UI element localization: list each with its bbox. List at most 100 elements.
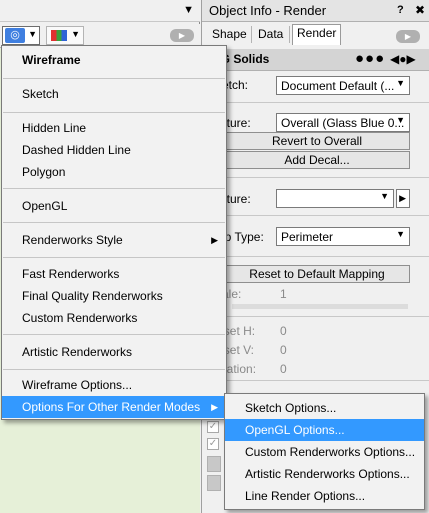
tab-separator [251,26,252,43]
close-icon[interactable]: ✖ [415,3,425,17]
color-palette-button[interactable]: ▼ [46,26,84,45]
menu-item-sketch[interactable]: Sketch [2,83,226,105]
option-checkbox[interactable]: ✓ [207,421,219,433]
offset-h-value: 0 [280,324,287,338]
menu-item-label: Wireframe Options... [22,378,133,392]
object-type-header: CSG Solids ●●● ◀●▶ [202,49,429,71]
menu-item-final-quality-renderworks[interactable]: Final Quality Renderworks [2,285,226,307]
submenu-item-opengl-options[interactable]: OpenGL Options... [225,419,424,441]
menu-item-label: Sketch [22,87,59,101]
menu-item-label: Artistic Renderworks Options... [245,467,410,481]
menu-separator [3,222,225,223]
menu-item-label: Dashed Hidden Line [22,143,131,157]
tab-separator [289,26,290,43]
map-type-value: Perimeter [281,230,334,244]
submenu-item-artistic-renderworks-options[interactable]: Artistic Renderworks Options... [225,463,424,485]
menu-item-wireframe[interactable]: Wireframe [2,49,226,71]
menu-item-label: Custom Renderworks [22,311,138,325]
submenu-item-line-render-options[interactable]: Line Render Options... [225,485,424,507]
menu-item-label: Options For Other Render Modes [22,400,201,414]
menu-separator [3,112,225,113]
help-icon[interactable]: ? [397,4,404,16]
tab-data[interactable]: Data [254,26,287,42]
submenu-arrow-icon: ▶ [211,402,218,412]
palette-title-bar: Object Info - Render ? ✖ [202,0,429,22]
chevron-down-icon: ▼ [28,29,37,39]
menu-separator [3,257,225,258]
menu-item-label: OpenGL [22,199,68,213]
section-divider [202,102,429,103]
menu-item-dashed-hidden-line[interactable]: Dashed Hidden Line [2,139,226,161]
menu-item-fast-renderworks[interactable]: Fast Renderworks [2,263,226,285]
menu-item-options-other-render-modes[interactable]: Options For Other Render Modes ▶ [2,396,226,418]
palette-tabs: Shape Data Render ▶ [202,22,429,46]
menu-item-wireframe-options[interactable]: Wireframe Options... [2,374,226,396]
menu-separator [3,334,225,335]
overall-texture-dropdown[interactable]: Overall (Glass Blue 0... ▼ [276,113,410,132]
chevron-down-icon: ▼ [396,229,405,239]
menu-item-polygon[interactable]: Polygon [2,161,226,183]
sketch-value: Document Default (... [281,79,395,93]
section-divider [202,380,429,381]
chevron-down-icon: ▼ [71,29,80,39]
menu-item-label: Line Render Options... [245,489,366,503]
menu-item-label: Fast Renderworks [22,267,120,281]
toolbar-more-button[interactable]: ▶ [170,29,194,42]
reset-default-mapping-button[interactable]: Reset to Default Mapping [224,265,410,283]
revert-to-overall-button[interactable]: Revert to Overall [224,132,410,150]
offset-v-value: 0 [280,343,287,357]
menu-item-label: Renderworks Style [22,233,123,247]
section-divider [202,215,429,216]
color-palette-icon [51,30,67,41]
render-options-submenu: Sketch Options... OpenGL Options... Cust… [224,393,425,510]
chevron-down-icon: ▼ [396,78,405,88]
sketch-dropdown[interactable]: Document Default (... ▼ [276,76,410,95]
palette-more-button[interactable]: ▶ [396,30,420,43]
scale-value: 1 [280,287,287,301]
menu-item-label: Custom Renderworks Options... [245,445,416,459]
menu-separator [3,188,225,189]
menu-item-label: Hidden Line [22,121,87,135]
menu-item-custom-renderworks[interactable]: Custom Renderworks [2,307,226,329]
menu-item-label: Artistic Renderworks [22,345,133,359]
section-divider [202,177,429,178]
add-decal-button[interactable]: Add Decal... [224,151,410,169]
render-mode-menu: Wireframe Sketch Hidden Line Dashed Hidd… [1,45,227,420]
submenu-arrow-icon: ▶ [211,235,218,245]
menu-item-label: Final Quality Renderworks [22,289,163,303]
palette-title: Object Info - Render [209,3,327,18]
menu-item-opengl[interactable]: OpenGL [2,195,226,217]
menu-separator [3,78,225,79]
tab-render[interactable]: Render [292,24,342,45]
render-mode-button[interactable]: ◎ ▼ [2,26,40,45]
section-divider [202,256,429,257]
texture-edit-button[interactable]: ▶ [396,189,410,208]
map-type-dropdown[interactable]: Perimeter ▼ [276,227,410,246]
overall-texture-value: Overall (Glass Blue 0... [281,116,405,130]
menu-separator [3,369,225,370]
tab-shape[interactable]: Shape [208,26,251,42]
texture-dropdown[interactable]: ▼ [276,189,394,208]
menu-item-label: OpenGL Options... [245,423,345,437]
chevron-right-icon: ▶ [399,193,406,203]
scale-slider[interactable] [232,304,408,309]
submenu-item-custom-renderworks-options[interactable]: Custom Renderworks Options... [225,441,424,463]
render-mode-icon: ◎ [5,28,25,43]
rotation-value: 0 [280,362,287,376]
section-divider [202,316,429,317]
option-checkbox[interactable]: ✓ [207,438,219,450]
object-navigation-icon[interactable]: ◀●▶ [390,52,416,66]
scroll-thumb[interactable] [207,475,221,491]
menu-item-hidden-line[interactable]: Hidden Line [2,117,226,139]
scroll-thumb[interactable] [207,456,221,472]
menu-item-label: Polygon [22,165,66,179]
chevron-down-icon: ▼ [396,115,405,125]
view-bar-dropdown-icon[interactable]: ▼ [183,4,194,16]
submenu-item-sketch-options[interactable]: Sketch Options... [225,397,424,419]
chevron-down-icon: ▼ [380,191,389,201]
view-bar: ▼ [0,0,200,22]
menu-item-label: Sketch Options... [245,401,337,415]
more-options-icon[interactable]: ●●● [355,50,385,67]
menu-item-renderworks-style[interactable]: Renderworks Style ▶ [2,229,226,251]
menu-item-artistic-renderworks[interactable]: Artistic Renderworks [2,341,226,363]
